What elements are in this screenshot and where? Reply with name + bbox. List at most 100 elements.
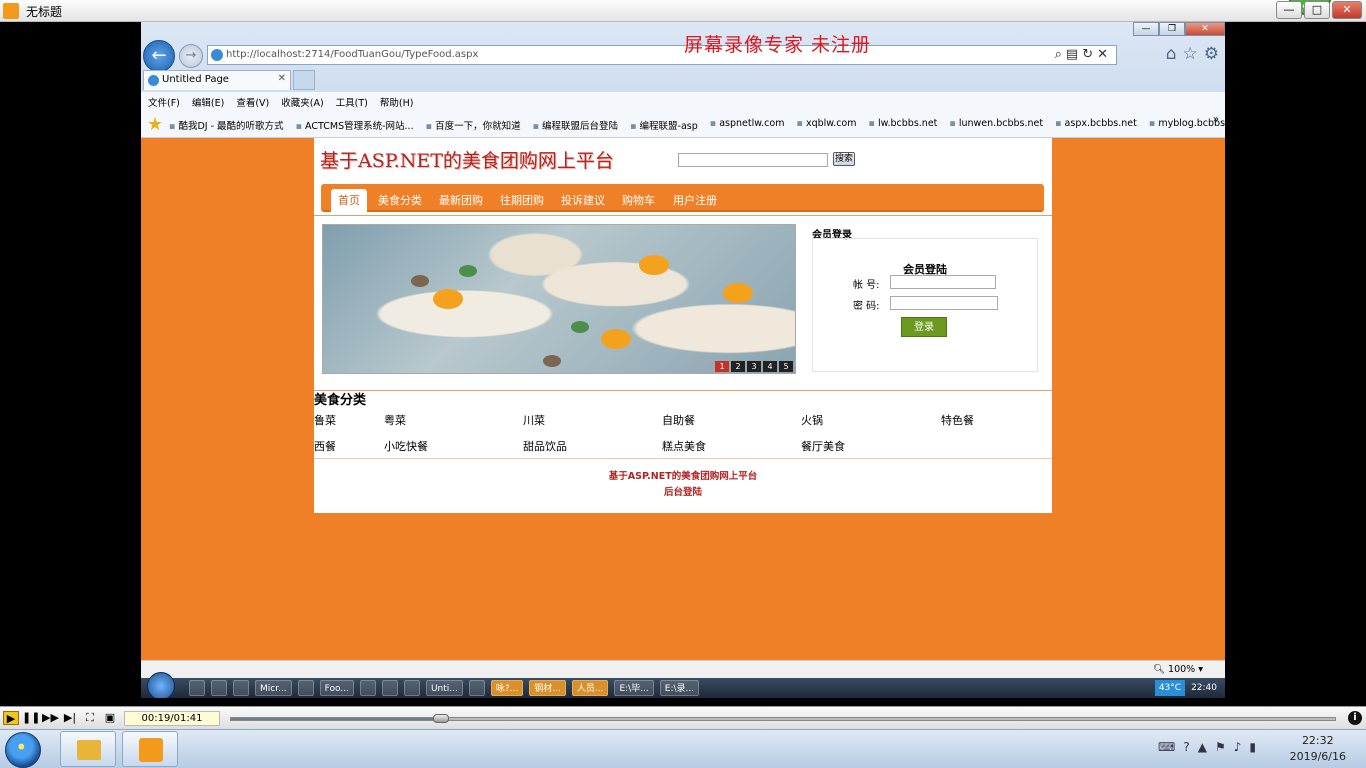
category-link[interactable]: 自助餐 <box>662 412 695 428</box>
fast-forward-button[interactable]: ▶▶ <box>42 711 59 725</box>
favorites-star-icon[interactable]: ★ <box>147 114 163 135</box>
category-link[interactable]: 小吃快餐 <box>384 438 428 454</box>
banner-page-5[interactable]: 5 <box>779 361 793 372</box>
taskbar-app-icon[interactable] <box>381 680 398 696</box>
category-link[interactable]: 火锅 <box>801 412 823 428</box>
refresh-icon[interactable]: ↻ <box>1082 47 1097 62</box>
network-icon[interactable]: ▮ <box>1249 740 1256 754</box>
home-icon[interactable]: ⌂ <box>1166 44 1177 64</box>
taskbar-window[interactable]: 人员... <box>571 680 609 696</box>
volume-icon[interactable]: ♪ <box>1234 740 1242 754</box>
favorite-link[interactable]: xqblw.com <box>796 118 857 132</box>
favorite-link[interactable]: aspnetlw.com <box>710 118 784 132</box>
banner-page-4[interactable]: 4 <box>763 361 777 372</box>
category-link[interactable]: 餐厅美食 <box>801 438 845 454</box>
search-input[interactable] <box>678 153 828 167</box>
menu-view[interactable]: 查看(V) <box>229 92 274 109</box>
favorites-star-icon[interactable]: ☆ <box>1183 44 1198 64</box>
menu-help[interactable]: 帮助(H) <box>373 92 419 109</box>
category-link[interactable]: 鲁菜 <box>314 412 336 428</box>
taskbar-app-icon[interactable] <box>468 680 485 696</box>
account-input[interactable] <box>890 275 996 289</box>
category-link[interactable]: 川菜 <box>523 412 545 428</box>
keyboard-icon[interactable]: ⌨ <box>1158 740 1175 754</box>
search-icon[interactable]: ⌕ <box>1055 47 1066 62</box>
taskbar-window[interactable]: E:\录... <box>659 680 700 696</box>
browser-close-button[interactable]: ✕ <box>1185 22 1225 36</box>
favorite-link[interactable]: ACTCMS管理系统-网站... <box>296 118 414 132</box>
taskbar-app-icon[interactable] <box>211 680 227 696</box>
favorite-link[interactable]: 编程联盟后台登陆 <box>533 118 618 132</box>
nav-register[interactable]: 用户注册 <box>673 192 717 208</box>
taskbar-app-icon[interactable] <box>233 680 249 696</box>
stop-icon[interactable]: ✕ <box>1097 47 1112 62</box>
banner-page-3[interactable]: 3 <box>747 361 761 372</box>
forward-button[interactable]: → <box>179 44 203 68</box>
seek-bar[interactable] <box>230 714 1336 723</box>
category-link[interactable]: 糕点美食 <box>662 438 706 454</box>
taskbar-window[interactable]: Unti... <box>425 680 463 696</box>
favorite-link[interactable]: lw.bcbbs.net <box>868 118 937 132</box>
pause-button[interactable]: ❚❚ <box>22 711 40 725</box>
login-button[interactable]: 登录 <box>901 317 947 337</box>
menu-file[interactable]: 文件(F) <box>141 92 185 109</box>
step-forward-button[interactable]: ▶| <box>62 711 78 725</box>
menu-tools[interactable]: 工具(T) <box>329 92 373 109</box>
gear-icon[interactable]: ⚙ <box>1204 44 1219 64</box>
fullscreen-icon[interactable]: ⛶ <box>82 711 98 725</box>
taskbar-window[interactable]: 钢材... <box>529 680 566 696</box>
browser-tab[interactable]: Untitled Page ✕ <box>143 70 291 90</box>
taskbar-window[interactable]: 咏?... <box>490 680 524 696</box>
nav-past-deals[interactable]: 往期团购 <box>500 192 544 208</box>
recorded-start-button[interactable] <box>147 672 175 698</box>
category-link[interactable]: 西餐 <box>314 438 336 454</box>
nav-home[interactable]: 首页 <box>331 189 367 212</box>
nav-latest-deals[interactable]: 最新团购 <box>439 192 483 208</box>
admin-login-link[interactable]: 后台登陆 <box>314 484 1052 498</box>
category-link[interactable]: 甜品饮品 <box>523 438 567 454</box>
help-icon[interactable]: ? <box>1183 740 1189 754</box>
minimize-button[interactable]: — <box>1276 1 1302 19</box>
taskbar-window[interactable]: E:\毕... <box>614 680 654 696</box>
favorite-link[interactable]: 百度一下，你就知道 <box>426 118 521 132</box>
tray-expand-icon[interactable]: ▲ <box>1198 740 1207 754</box>
taskbar-app-icon[interactable] <box>297 680 314 696</box>
category-link[interactable]: 粤菜 <box>384 412 406 428</box>
taskbar-window[interactable]: Foo... <box>319 680 354 696</box>
banner-page-2[interactable]: 2 <box>731 361 745 372</box>
player-taskbar-button[interactable] <box>122 731 178 767</box>
seek-handle[interactable] <box>432 714 449 723</box>
taskbar-app-icon[interactable] <box>403 680 420 696</box>
new-tab-button[interactable] <box>293 70 315 90</box>
address-bar[interactable]: http://localhost:2714/FoodTuanGou/TypeFo… <box>207 45 1117 65</box>
action-center-icon[interactable]: ⚑ <box>1215 740 1226 754</box>
zoom-level[interactable]: 🔍︎ 100% ▾ <box>1153 664 1203 675</box>
explorer-taskbar-button[interactable] <box>60 731 116 767</box>
maximize-button[interactable]: □ <box>1304 1 1330 19</box>
nav-food-categories[interactable]: 美食分类 <box>378 192 422 208</box>
menu-edit[interactable]: 编辑(E) <box>185 92 229 109</box>
menu-favorites[interactable]: 收藏夹(A) <box>274 92 328 109</box>
close-button[interactable]: ✕ <box>1332 1 1362 19</box>
info-icon[interactable]: i <box>1348 711 1362 725</box>
favorite-link[interactable]: aspx.bcbbs.net <box>1055 118 1137 132</box>
browser-minimize-button[interactable]: — <box>1133 22 1159 36</box>
back-button[interactable]: ← <box>143 40 175 72</box>
favorite-link[interactable]: 编程联盟-asp <box>630 118 698 132</box>
search-button[interactable]: 搜索 <box>833 152 855 166</box>
category-link[interactable]: 特色餐 <box>941 412 974 428</box>
tab-close-icon[interactable]: ✕ <box>278 73 286 84</box>
password-input[interactable] <box>890 296 998 310</box>
chevron-right-icon[interactable]: » <box>1213 114 1219 125</box>
nav-complaints[interactable]: 投诉建议 <box>561 192 605 208</box>
play-button[interactable]: ▶ <box>3 711 19 725</box>
fit-window-icon[interactable]: ▣ <box>102 711 118 725</box>
compat-icon[interactable]: ▤ <box>1066 47 1082 62</box>
favorite-link[interactable]: 酷我DJ - 最酷的听歌方式 <box>169 118 283 132</box>
system-clock[interactable]: 22:32 2019/6/16 <box>1290 733 1346 765</box>
taskbar-window[interactable]: Micr... <box>255 680 292 696</box>
nav-cart[interactable]: 购物车 <box>622 192 655 208</box>
taskbar-app-icon[interactable] <box>359 680 376 696</box>
browser-restore-button[interactable]: ❐ <box>1159 22 1185 36</box>
banner-page-1[interactable]: 1 <box>715 361 729 372</box>
